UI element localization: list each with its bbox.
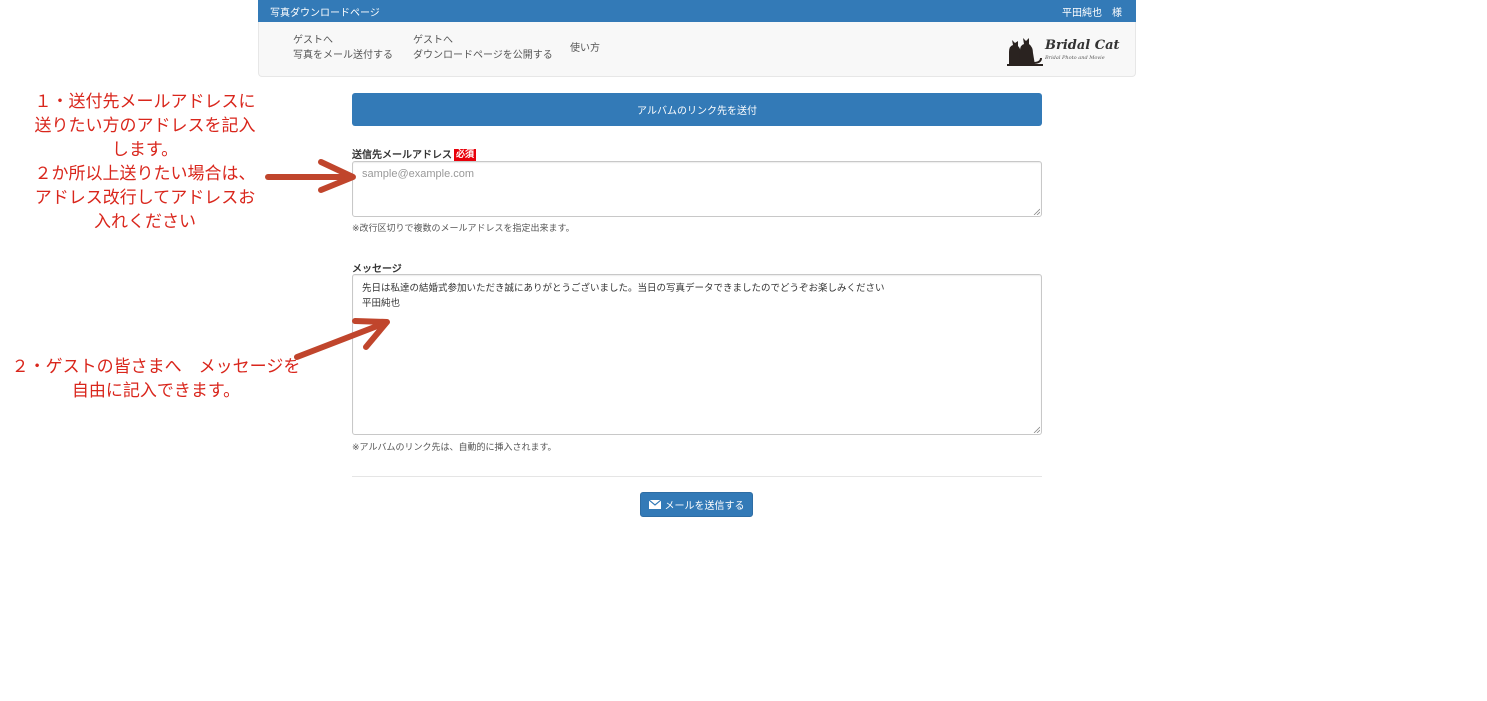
- user-name: 平田純也 様: [1062, 8, 1122, 19]
- cat-logo-icon: [1007, 38, 1043, 66]
- logo-subtitle: Bridal Photo and Movie: [1045, 55, 1105, 61]
- email-help-text: ※改行区切りで複数のメールアドレスを指定出来ます。: [352, 224, 575, 234]
- annotation-email-line: アドレス改行してアドレスお: [34, 188, 256, 208]
- nav-guest-publish-line2: ダウンロードページを公開する: [413, 50, 553, 61]
- message-help-text: ※アルバムのリンク先は、自動的に挿入されます。: [352, 443, 557, 453]
- message-label: メッセージ: [352, 264, 402, 275]
- annotation-email-line: します。: [111, 140, 179, 160]
- nav-guest-publish-line1: ゲストへ: [413, 35, 453, 46]
- email-label: 送信先メールアドレス 必須: [352, 146, 477, 162]
- brand-logo[interactable]: Bridal Cat Bridal Photo and Movie: [1007, 36, 1120, 66]
- annotation-message: ２・ゲストの皆さまへ メッセージを 自由に記入できます。: [4, 355, 308, 403]
- annotation-message-line: 自由に記入できます。: [71, 381, 241, 401]
- annotation-email-line: ２か所以上送りたい場合は、: [34, 164, 256, 184]
- top-bar: 写真ダウンロードページ 平田純也 様: [258, 0, 1136, 22]
- nav-guest-email-line2: 写真をメール送付する: [293, 50, 393, 61]
- message-textarea[interactable]: 先日は私達の結婚式参加いただき誠にありがとうございました。当日の写真データできま…: [352, 274, 1042, 435]
- annotation-email-line: 送りたい方のアドレスを記入: [34, 116, 256, 136]
- navbar: ゲストへ 写真をメール送付する ゲストへ ダウンロードページを公開する 使い方 …: [258, 22, 1136, 77]
- annotation-message-line: ２・ゲストの皆さまへ メッセージを: [11, 357, 301, 377]
- send-email-label: メールを送信する: [664, 501, 745, 512]
- resize-handle-icon[interactable]: [1033, 208, 1040, 215]
- email-label-text: 送信先メールアドレス: [352, 150, 452, 161]
- nav-guest-email[interactable]: ゲストへ 写真をメール送付する: [293, 33, 393, 63]
- nav-guest-email-line1: ゲストへ: [293, 35, 333, 46]
- nav-how-to-use-label: 使い方: [570, 43, 600, 54]
- page-title: 写真ダウンロードページ: [270, 8, 380, 19]
- logo-title: Bridal Cat: [1045, 38, 1120, 53]
- nav-guest-publish[interactable]: ゲストへ ダウンロードページを公開する: [413, 33, 553, 63]
- album-link-button[interactable]: アルバムのリンク先を送付: [352, 93, 1042, 126]
- message-text: 先日は私達の結婚式参加いただき誠にありがとうございました。当日の写真データできま…: [362, 283, 885, 309]
- annotation-email-line: 入れください: [94, 212, 196, 232]
- envelope-icon: [648, 500, 661, 509]
- divider: [352, 476, 1042, 477]
- annotation-email: １・送付先メールアドレスに 送りたい方のアドレスを記入 します。 ２か所以上送り…: [4, 90, 286, 234]
- resize-handle-icon[interactable]: [1033, 426, 1040, 433]
- send-email-button[interactable]: メールを送信する: [640, 492, 753, 517]
- email-textarea[interactable]: sample@example.com: [352, 161, 1042, 217]
- annotation-email-line: １・送付先メールアドレスに: [34, 92, 256, 112]
- nav-how-to-use[interactable]: 使い方: [570, 41, 600, 56]
- email-placeholder: sample@example.com: [362, 168, 475, 180]
